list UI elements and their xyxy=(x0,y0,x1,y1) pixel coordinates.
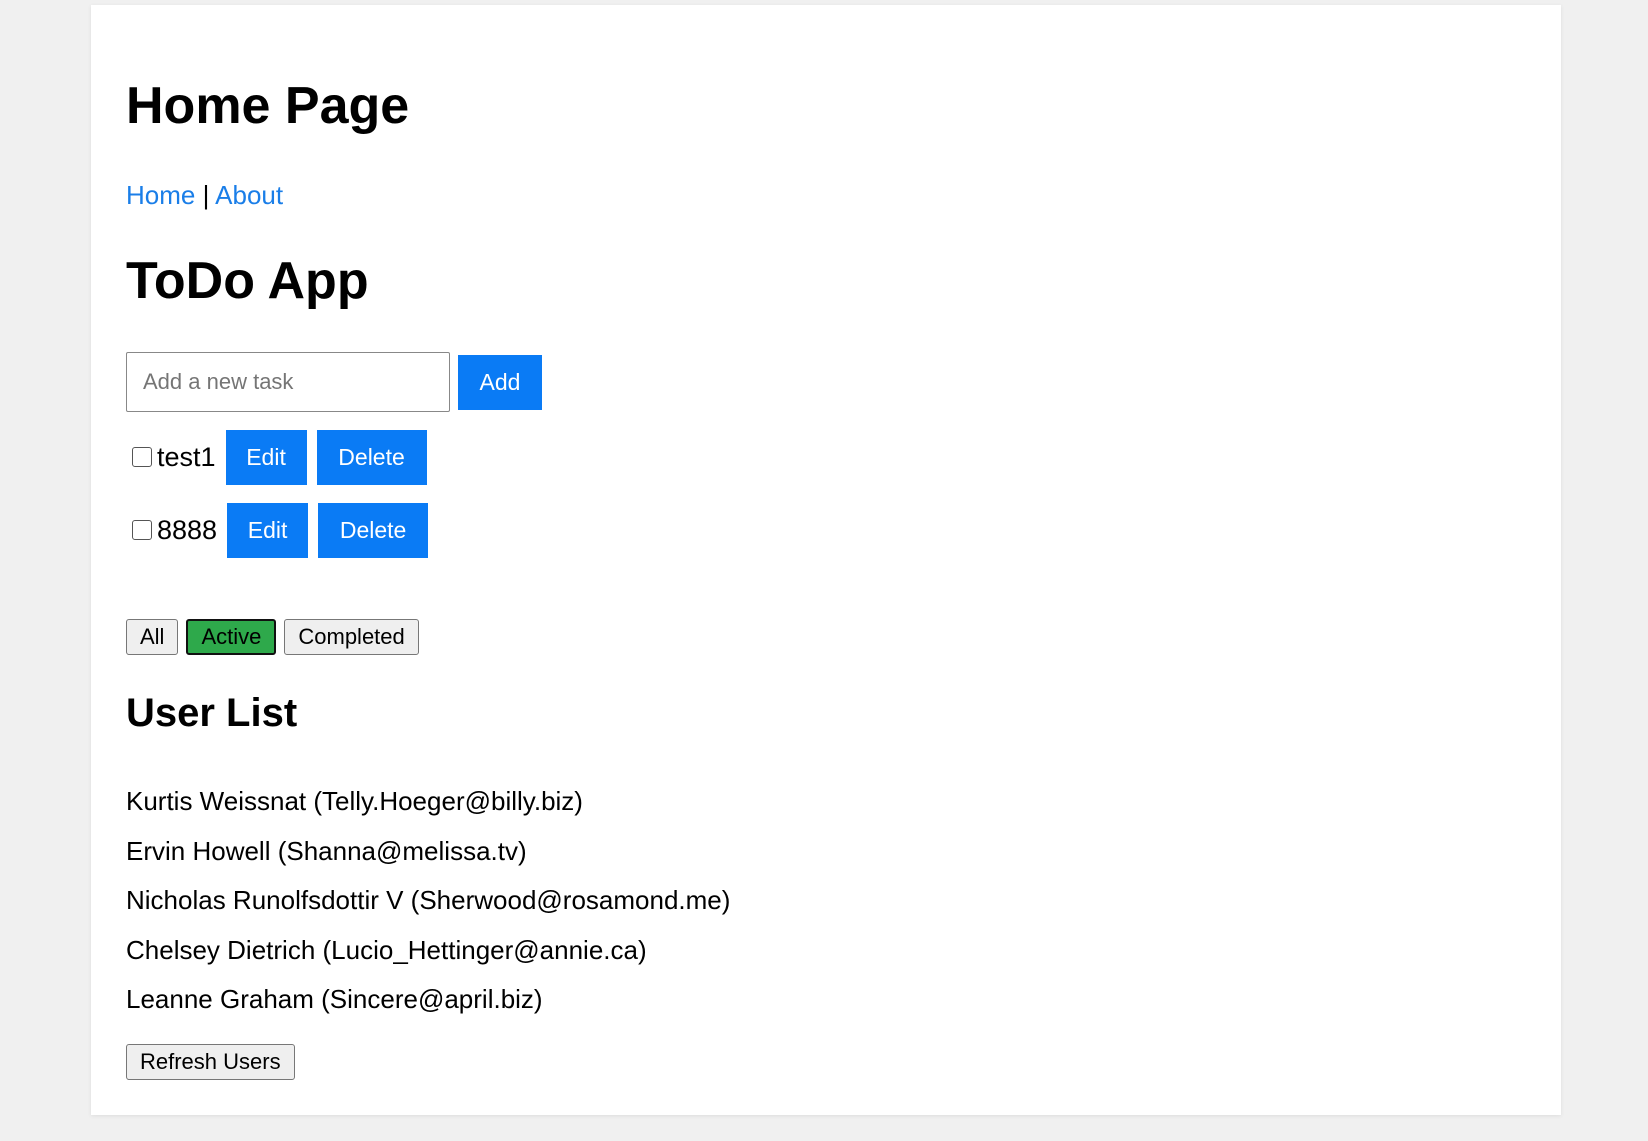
nav-bar: Home | About xyxy=(126,182,283,208)
edit-button[interactable]: Edit xyxy=(227,502,309,558)
user-list-title: User List xyxy=(126,691,298,735)
filter-completed-button[interactable]: Completed xyxy=(284,619,419,655)
nav-separator: | xyxy=(202,180,210,210)
refresh-users-button[interactable]: Refresh Users xyxy=(126,1044,295,1080)
new-task-input[interactable] xyxy=(126,352,450,412)
filter-bar: All Active Completed xyxy=(126,619,419,655)
todo-checkbox[interactable] xyxy=(132,447,152,467)
todo-item: 8888 Edit Delete xyxy=(126,502,438,558)
filter-all-button[interactable]: All xyxy=(126,619,179,655)
todo-item: test1 Edit Delete xyxy=(126,429,437,485)
main-card: Home Page Home | About ToDo App Add test… xyxy=(91,5,1561,1115)
todo-text: test1 xyxy=(157,441,216,472)
user-list: Kurtis Weissnat (Telly.Hoeger@billy.biz)… xyxy=(126,777,730,1025)
delete-button[interactable]: Delete xyxy=(316,429,427,485)
page-title: Home Page xyxy=(126,77,410,135)
delete-button[interactable]: Delete xyxy=(318,502,429,558)
todo-app-title: ToDo App xyxy=(126,252,369,310)
todo-text: 8888 xyxy=(157,514,218,545)
nav-link-home[interactable]: Home xyxy=(126,180,195,210)
nav-link-about[interactable]: About xyxy=(215,180,283,210)
edit-button[interactable]: Edit xyxy=(225,429,307,485)
filter-active-button[interactable]: Active xyxy=(186,619,277,655)
todo-checkbox[interactable] xyxy=(132,520,152,540)
add-task-button[interactable]: Add xyxy=(458,355,542,410)
